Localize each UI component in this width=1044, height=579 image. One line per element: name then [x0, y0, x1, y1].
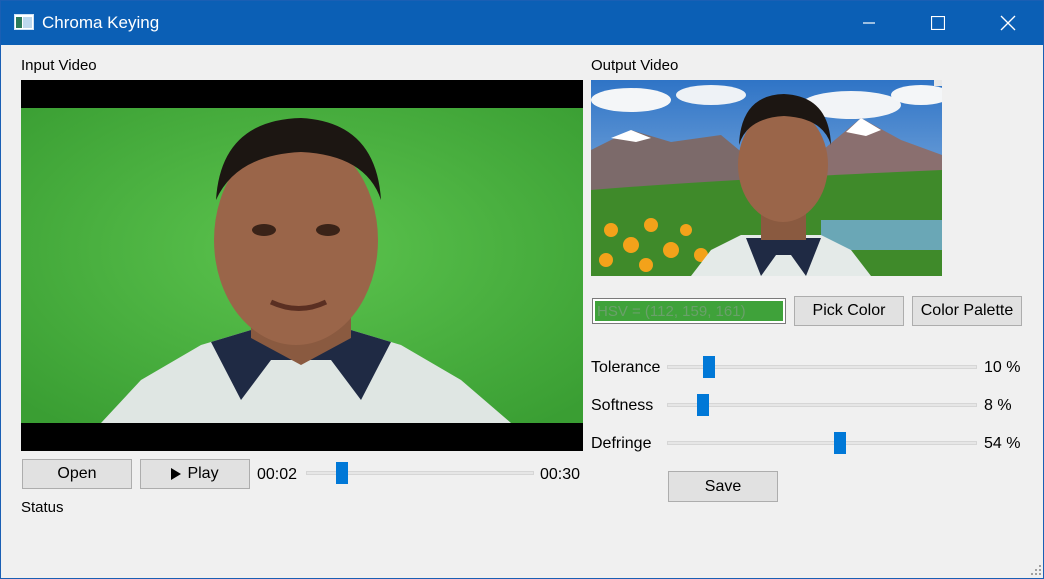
seek-slider-thumb[interactable] — [336, 462, 348, 484]
total-time: 00:30 — [540, 466, 581, 483]
minimize-icon — [863, 22, 875, 24]
output-video-image — [591, 80, 942, 276]
status-text: Status — [21, 499, 64, 516]
hsv-color-swatch: HSV = (112, 159, 161) — [595, 301, 783, 321]
slider-label-tolerance: Tolerance — [591, 359, 661, 376]
window-title: Chroma Keying — [42, 13, 160, 32]
output-video-label: Output Video — [591, 57, 679, 74]
main-window: Chroma Keying Input Video Open Play 00:0… — [0, 0, 1044, 579]
output-video-frame — [591, 80, 942, 276]
resize-grip-icon[interactable] — [1030, 564, 1042, 576]
input-video-label: Input Video — [21, 57, 97, 74]
play-button[interactable]: Play — [140, 459, 250, 489]
close-button[interactable] — [985, 1, 1031, 45]
softness-value: 8 % — [984, 397, 1012, 414]
minimize-button[interactable] — [846, 1, 892, 45]
open-button[interactable]: Open — [22, 459, 132, 489]
hsv-color-field[interactable]: HSV = (112, 159, 161) — [592, 298, 786, 324]
defringe-slider-track[interactable] — [667, 441, 977, 445]
current-time: 00:02 — [257, 466, 298, 483]
defringe-slider-thumb[interactable] — [834, 432, 846, 454]
maximize-button[interactable] — [915, 1, 961, 45]
tolerance-slider-thumb[interactable] — [703, 356, 715, 378]
input-video-frame — [21, 80, 583, 451]
save-button[interactable]: Save — [668, 471, 778, 502]
title-bar[interactable]: Chroma Keying — [1, 1, 1043, 45]
softness-slider-thumb[interactable] — [697, 394, 709, 416]
play-button-label: Play — [187, 465, 219, 482]
close-icon — [1000, 15, 1016, 31]
input-video-image — [21, 80, 583, 451]
tolerance-value: 10 % — [984, 359, 1021, 376]
pick-color-button[interactable]: Pick Color — [794, 296, 904, 326]
maximize-icon — [931, 16, 945, 30]
slider-label-defringe: Defringe — [591, 435, 652, 452]
slider-label-softness: Softness — [591, 397, 654, 414]
softness-slider-track[interactable] — [667, 403, 977, 407]
app-icon — [14, 14, 34, 30]
defringe-value: 54 % — [984, 435, 1021, 452]
play-icon — [171, 468, 182, 480]
color-palette-button[interactable]: Color Palette — [912, 296, 1022, 326]
